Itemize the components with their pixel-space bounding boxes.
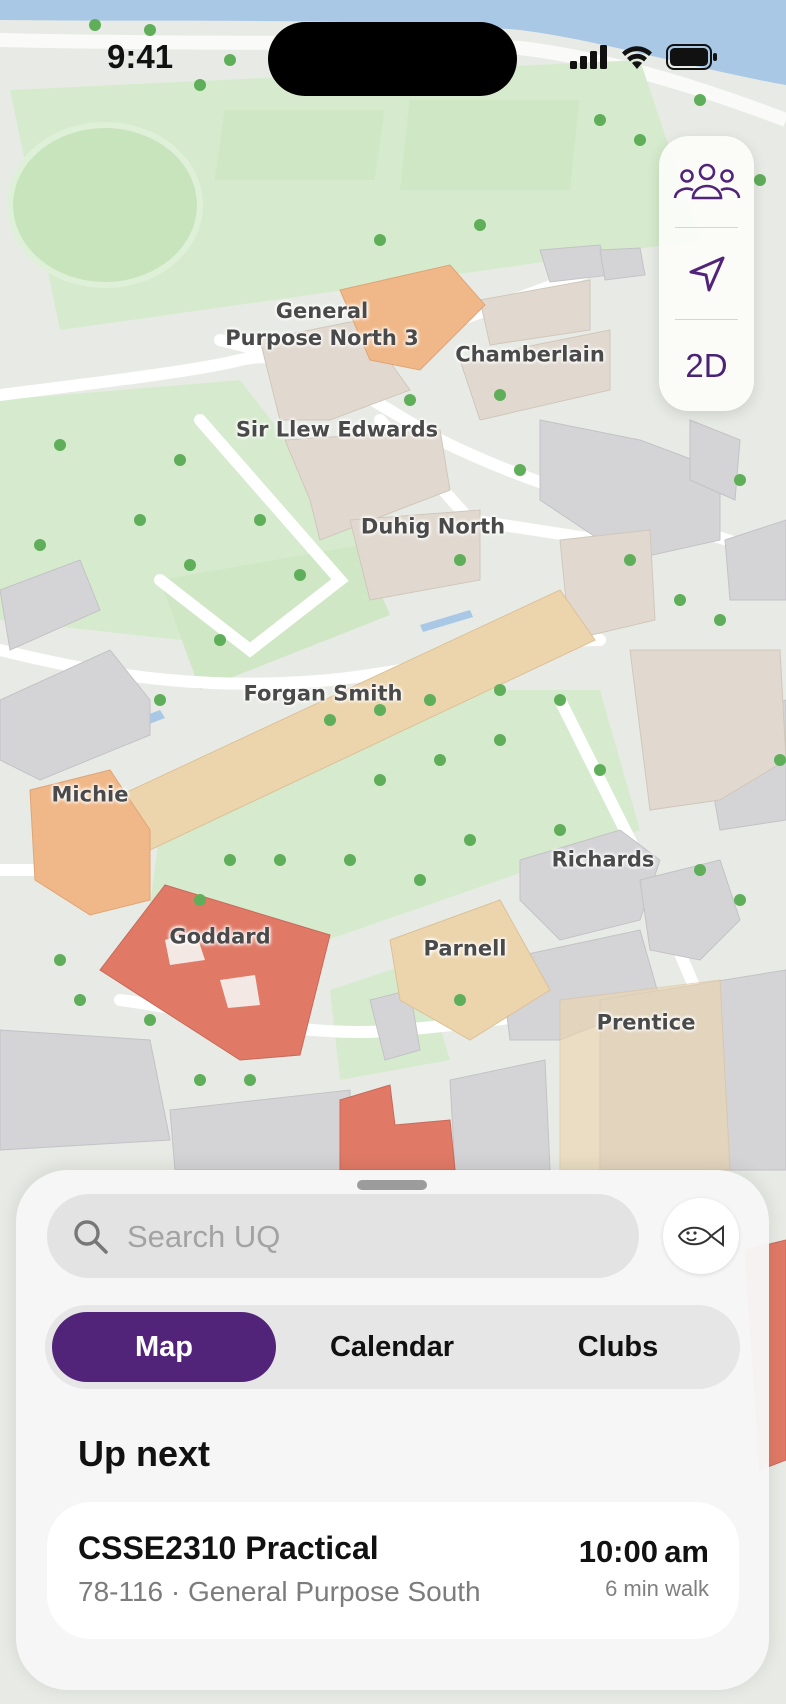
status-icons <box>570 44 718 70</box>
location-arrow-icon <box>689 256 724 291</box>
search-input[interactable] <box>125 1194 619 1280</box>
search-bar[interactable] <box>47 1194 639 1280</box>
dynamic-island <box>268 22 517 96</box>
map-label-duhig-north[interactable]: Duhig North <box>361 514 505 541</box>
cellular-signal-icon <box>570 45 607 69</box>
event-title: CSSE2310 Practical <box>78 1530 379 1566</box>
tab-clubs[interactable]: Clubs <box>506 1312 730 1382</box>
wifi-icon <box>622 45 652 69</box>
map-label-forgan-smith[interactable]: Forgan Smith <box>244 681 403 708</box>
map-label-richards[interactable]: Richards <box>552 847 655 874</box>
view-mode-toggle[interactable]: 2D <box>659 320 754 411</box>
friends-button[interactable] <box>659 136 754 227</box>
up-next-heading: Up next <box>78 1433 211 1474</box>
map-label-parnell[interactable]: Parnell <box>424 936 507 963</box>
event-location: 78-116 · General Purpose South <box>78 1576 481 1607</box>
search-icon <box>74 1220 108 1254</box>
map-controls: 2D <box>659 136 754 411</box>
status-time: 9:41 <box>107 38 174 75</box>
tab-calendar[interactable]: Calendar <box>280 1312 504 1382</box>
profile-avatar-button[interactable] <box>663 1198 739 1274</box>
locate-me-button[interactable] <box>659 228 754 319</box>
sheet-grabber[interactable] <box>357 1180 427 1190</box>
event-time: 10:00 am <box>578 1534 709 1569</box>
fish-smiley-icon <box>677 1225 724 1247</box>
map-label-goddard[interactable]: Goddard <box>169 924 270 951</box>
map-label-prentice[interactable]: Prentice <box>597 1010 696 1037</box>
event-walk-time: 6 min walk <box>605 1576 709 1601</box>
next-event-card[interactable]: CSSE2310 Practical 78-116 · General Purp… <box>47 1502 739 1639</box>
map-label-sir-llew-edwards[interactable]: Sir Llew Edwards <box>236 417 438 444</box>
status-bar: 9:41 <box>0 0 786 110</box>
map-label-chamberlain[interactable]: Chamberlain <box>455 342 605 369</box>
people-icon <box>673 163 740 199</box>
tab-map[interactable]: Map <box>52 1312 276 1382</box>
view-tabs: Map Calendar Clubs <box>45 1305 740 1389</box>
map-label-general-purpose-north-3[interactable]: General Purpose North 3 <box>225 298 418 352</box>
bottom-sheet: Map Calendar Clubs Up next CSSE2310 Prac… <box>16 1170 769 1690</box>
battery-icon <box>666 44 717 70</box>
map-label-michie[interactable]: Michie <box>52 782 129 809</box>
